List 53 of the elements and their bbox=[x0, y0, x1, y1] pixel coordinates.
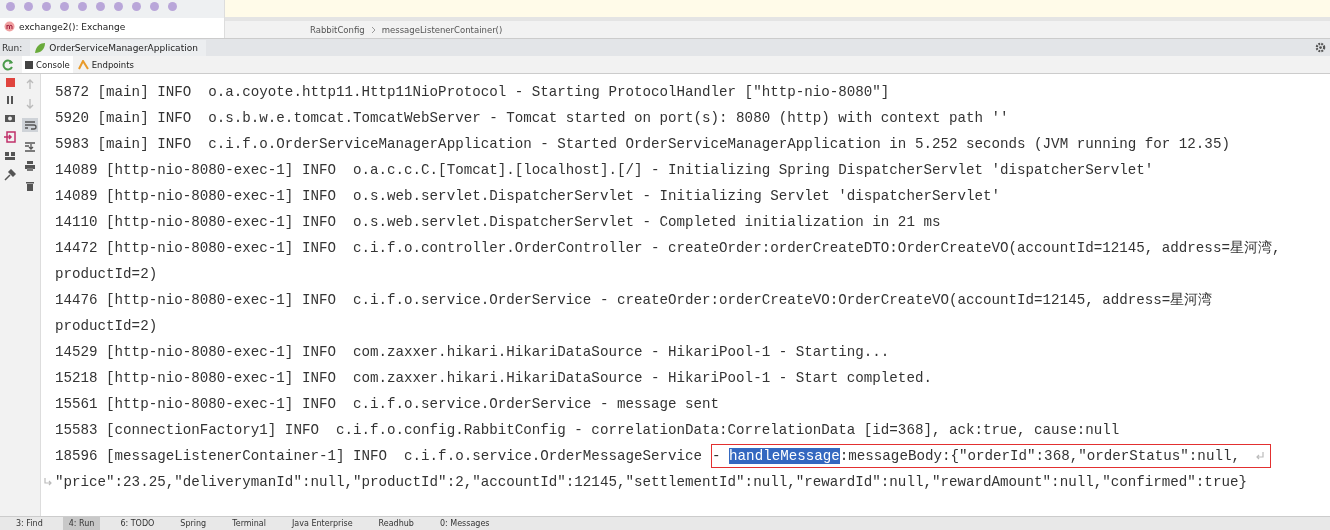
tool-window-button[interactable]: 4: Run bbox=[62, 517, 101, 530]
log-line: 14472 [http-nio-8080-exec-1] INFO c.i.f.o.controller.OrderController - createOrder:orderCreateDTO:OrderCreateVO(accountId=12145, address=星河湾, bbox=[55, 239, 1282, 258]
rerun-icon[interactable] bbox=[2, 58, 14, 71]
log-line: 14529 [http-nio-8080-exec-1] INFO com.zaxxer.hikari.HikariDataSource - HikariPool-1 - Starting... bbox=[55, 343, 891, 362]
pause-icon[interactable] bbox=[5, 95, 15, 105]
trash-icon[interactable] bbox=[25, 180, 35, 192]
log-line: productId=2) bbox=[55, 265, 158, 284]
log-line: 15583 [connectionFactory1] INFO c.i.f.o.config.RabbitConfig - correlationData:CorrelationData [id=368], ack:true, cause:null bbox=[55, 421, 1121, 440]
endpoints-icon bbox=[77, 59, 89, 70]
soft-wrap-icon[interactable] bbox=[22, 118, 38, 132]
log-line: 5920 [main] INFO o.s.b.w.e.tomcat.TomcatWebServer - Tomcat started on port(s): 8080 (http) with context path '' bbox=[55, 109, 1010, 128]
stop-icon[interactable] bbox=[5, 78, 15, 87]
console-tab[interactable]: Endpoints bbox=[74, 56, 137, 73]
leaf-icon bbox=[34, 41, 47, 54]
breadcrumb-item[interactable]: messageListenerContainer() bbox=[381, 24, 503, 35]
selected-text: handleMessage bbox=[729, 448, 840, 464]
tool-window-button[interactable]: Terminal bbox=[226, 517, 272, 530]
method-icon bbox=[4, 21, 15, 32]
run-tab[interactable]: OrderServiceManagerApplication bbox=[30, 39, 206, 56]
tool-window-button[interactable]: Spring bbox=[174, 517, 213, 530]
log-line: 5983 [main] INFO c.i.f.o.OrderServiceManagerApplication - Started OrderServiceManagerApplication in 5.252 seconds (JVM running for 12.35) bbox=[55, 135, 1231, 154]
breadcrumb-item[interactable]: RabbitConfig bbox=[310, 24, 365, 35]
tool-window-button[interactable]: Readhub bbox=[372, 517, 420, 530]
import-icon[interactable] bbox=[4, 131, 16, 143]
log-line: 15218 [http-nio-8080-exec-1] INFO com.zaxxer.hikari.HikariDataSource - HikariPool-1 - Start completed. bbox=[55, 369, 933, 388]
structure-item[interactable]: exchange2(): Exchange bbox=[19, 21, 126, 32]
console-tab[interactable]: Console bbox=[22, 56, 73, 73]
log-line: "price":23.25,"deliverymanId":null,"productId":2,"accountId":12145,"settlementId":null,"rewardId":null,"rewardAmount":null,"confirmed":true} bbox=[55, 473, 1247, 492]
tool-window-button[interactable]: Java Enterprise bbox=[286, 517, 359, 530]
tool-window-button[interactable]: 0: Messages bbox=[433, 517, 496, 530]
log-line: productId=2) bbox=[55, 317, 158, 336]
wrap-icon bbox=[1255, 451, 1266, 461]
print-icon[interactable] bbox=[24, 160, 36, 172]
down-arrow-icon[interactable] bbox=[25, 98, 35, 110]
console-icon bbox=[25, 60, 33, 69]
highlight-box: - handleMessage:messageBody:{"orderId":368,"orderStatus":null, bbox=[711, 444, 1272, 468]
run-label: Run: bbox=[2, 42, 23, 53]
log-line: 14110 [http-nio-8080-exec-1] INFO o.s.web.servlet.DispatcherServlet - Completed initialization in 21 ms bbox=[55, 213, 942, 232]
tool-window-button[interactable]: 3: Find bbox=[10, 517, 49, 530]
log-line: 5872 [main] INFO o.a.coyote.http11.Http11NioProtocol - Starting ProtocolHandler ["http-nio-8080"] bbox=[55, 83, 891, 102]
log-line: 14089 [http-nio-8080-exec-1] INFO o.a.c.c.C.[Tomcat].[localhost].[/] - Initializing Spring DispatcherServlet 'dispatcherServlet' bbox=[55, 161, 1155, 180]
layout-icon[interactable] bbox=[4, 151, 16, 161]
wrap-icon bbox=[43, 477, 53, 487]
log-line: 18596 [messageListenerContainer-1] INFO c.i.f.o.service.OrderMessageService bbox=[55, 447, 703, 466]
log-line: 14476 [http-nio-8080-exec-1] INFO c.i.f.o.service.OrderService - createOrder:orderCreateVO:OrderCreateVO(accountId=12145, address=星河湾 bbox=[55, 291, 1214, 310]
scroll-to-end-icon[interactable] bbox=[24, 140, 36, 152]
chevron-icon bbox=[370, 25, 376, 34]
log-line: 15561 [http-nio-8080-exec-1] INFO c.i.f.o.service.OrderService - message sent bbox=[55, 395, 721, 414]
camera-icon[interactable] bbox=[4, 113, 16, 123]
settings-icon[interactable] bbox=[1315, 42, 1326, 53]
log-line: 14089 [http-nio-8080-exec-1] INFO o.s.web.servlet.DispatcherServlet - Initializing Servlet 'dispatcherServlet' bbox=[55, 187, 1002, 206]
tool-window-button[interactable]: 6: TODO bbox=[114, 517, 161, 530]
up-arrow-icon[interactable] bbox=[25, 78, 35, 90]
